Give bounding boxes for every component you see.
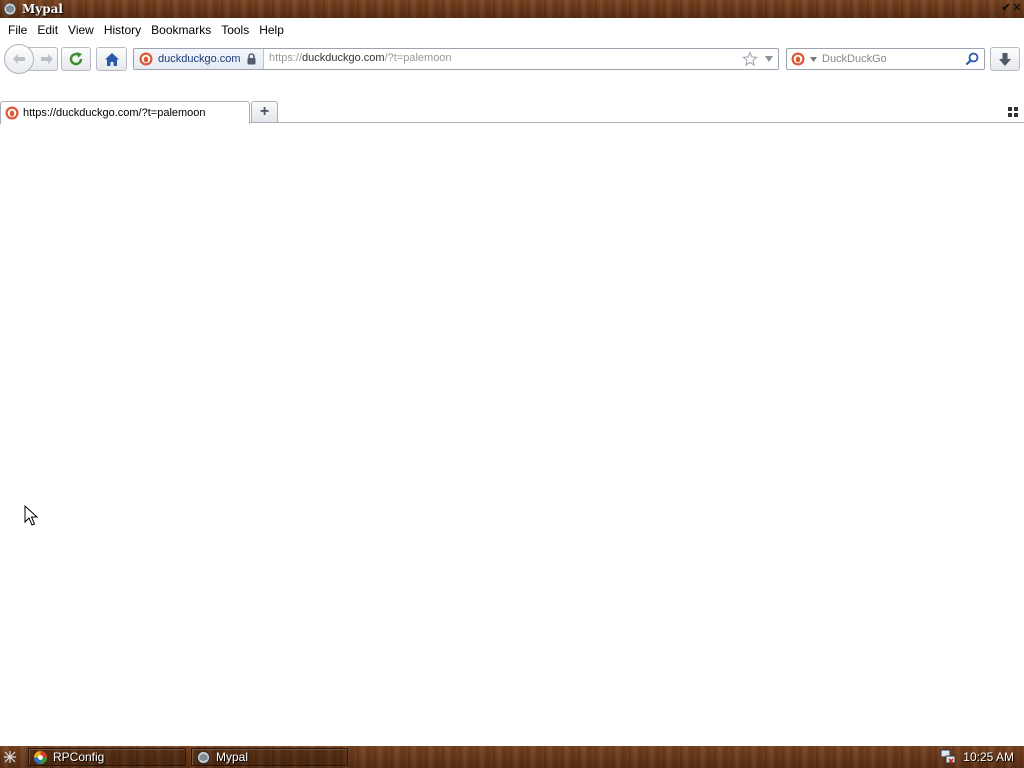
plus-icon: + — [259, 103, 270, 120]
tab-strip: https://duckduckgo.com/?t=palemoon + — [0, 97, 1024, 125]
search-bar[interactable]: DuckDuckGo — [786, 48, 985, 70]
menu-bookmarks[interactable]: Bookmarks — [146, 18, 216, 42]
menu-help[interactable]: Help — [254, 18, 289, 42]
url-text[interactable]: https://duckduckgo.com/?t=palemoon — [269, 52, 452, 64]
tab-groups-grid-icon[interactable] — [1008, 107, 1018, 117]
duckduckgo-engine-icon[interactable] — [791, 52, 805, 66]
taskbar-item-rpconfig[interactable]: RPConfig — [28, 748, 186, 766]
downloads-button[interactable] — [990, 47, 1020, 71]
mypal-app-icon — [197, 750, 210, 764]
menu-tools[interactable]: Tools — [216, 18, 254, 42]
url-bar[interactable]: duckduckgo.com https://duckduckgo.com/?t… — [133, 48, 779, 70]
menu-file[interactable]: File — [3, 18, 32, 42]
duckduckgo-tab-icon — [5, 106, 19, 120]
url-prefix: https:// — [269, 52, 303, 64]
window-titlebar[interactable]: Mypal ✔ ✕ — [0, 0, 1024, 18]
new-tab-button[interactable]: + — [251, 101, 278, 123]
menu-history[interactable]: History — [99, 18, 146, 42]
chevron-down-icon[interactable] — [764, 55, 774, 63]
tab-label: https://duckduckgo.com/?t=palemoon — [23, 107, 206, 119]
download-arrow-icon — [999, 52, 1011, 66]
url-suffix: /?t=palemoon — [384, 52, 452, 64]
taskbar-item-label: Mypal — [216, 750, 249, 764]
window-title: Mypal — [22, 2, 63, 16]
menu-view[interactable]: View — [63, 18, 99, 42]
url-host: duckduckgo.com — [302, 52, 385, 64]
mouse-cursor-icon — [24, 505, 38, 526]
page-content-area[interactable] — [0, 125, 1024, 745]
bookmark-star-icon[interactable] — [742, 51, 758, 67]
duckduckgo-site-icon — [139, 52, 153, 66]
system-clock[interactable]: 10:25 AM — [963, 750, 1014, 764]
arrow-left-icon — [13, 54, 25, 64]
taskbar-item-label: RPConfig — [53, 750, 105, 764]
taskbar-item-mypal[interactable]: Mypal — [191, 748, 348, 766]
start-menu-icon[interactable] — [3, 750, 17, 764]
reload-button[interactable] — [61, 47, 91, 71]
menu-edit[interactable]: Edit — [32, 18, 63, 42]
engine-dropdown-icon[interactable] — [810, 57, 817, 62]
search-icon[interactable] — [965, 52, 979, 66]
arrow-right-icon — [40, 54, 53, 64]
site-identity-box[interactable]: duckduckgo.com — [134, 49, 264, 69]
home-icon — [104, 52, 119, 66]
mypal-app-icon — [3, 2, 17, 16]
window-controls: ✔ ✕ — [1001, 1, 1022, 15]
tab-duckduckgo[interactable]: https://duckduckgo.com/?t=palemoon — [0, 101, 250, 124]
back-button[interactable] — [4, 44, 34, 74]
taskbar: RPConfig Mypal 10:25 AM — [0, 746, 1024, 768]
menu-bar: File Edit View History Bookmarks Tools H… — [0, 18, 1024, 42]
maximize-button[interactable]: ✔ — [1001, 1, 1011, 15]
navigation-toolbar: duckduckgo.com https://duckduckgo.com/?t… — [0, 42, 1024, 76]
network-tray-icon[interactable] — [939, 748, 957, 766]
home-button[interactable] — [96, 47, 127, 71]
reload-icon — [69, 52, 83, 66]
rpconfig-app-icon — [34, 750, 47, 764]
lock-icon — [247, 53, 256, 65]
site-identity-label: duckduckgo.com — [158, 53, 241, 65]
search-placeholder: DuckDuckGo — [822, 53, 887, 65]
close-button[interactable]: ✕ — [1012, 1, 1022, 15]
